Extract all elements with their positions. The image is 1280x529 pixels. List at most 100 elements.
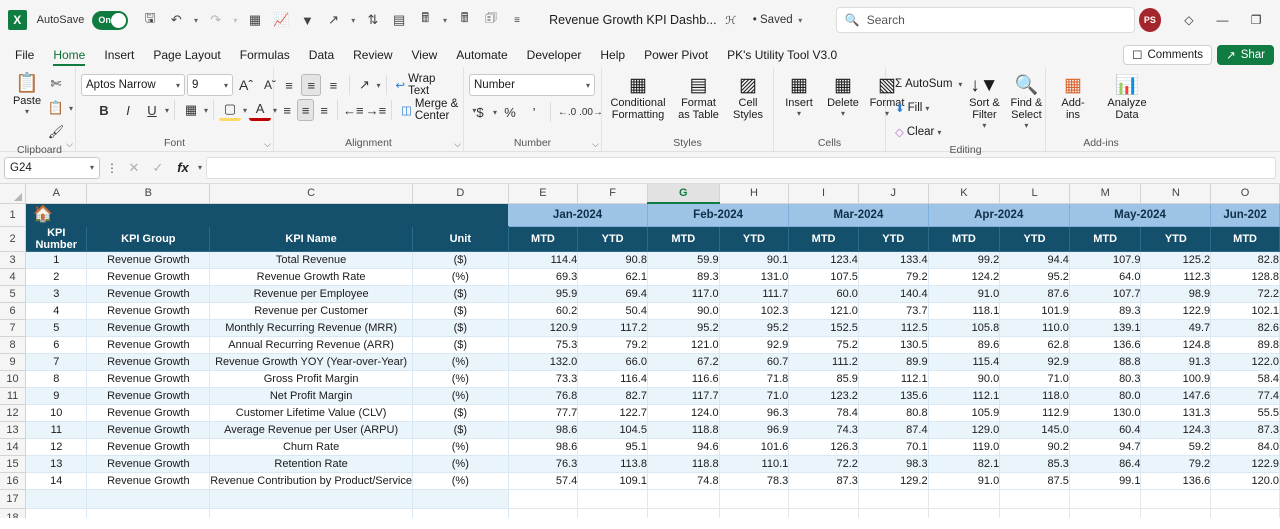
cell-unit[interactable]: ($) bbox=[412, 404, 509, 422]
share-dropdown-icon[interactable]: ▾ bbox=[348, 16, 359, 25]
table-row[interactable]: 3 1 Revenue Growth Total Revenue ($) 114.4 90.… bbox=[0, 251, 1280, 269]
redo-icon[interactable]: ↷ bbox=[204, 7, 228, 33]
cell-kpi-name[interactable]: Revenue per Customer bbox=[209, 302, 413, 320]
chart-icon[interactable]: 📈 bbox=[269, 7, 293, 33]
cell-kpi-group[interactable]: Revenue Growth bbox=[86, 370, 211, 388]
cell-value-G6[interactable]: 90.0 bbox=[647, 302, 720, 320]
cell-empty[interactable] bbox=[508, 489, 579, 509]
table-row[interactable]: 6 4 Revenue Growth Revenue per Customer ($) 6… bbox=[0, 302, 1280, 320]
table-row[interactable]: 9 7 Revenue Growth Revenue Growth YOY (Year… bbox=[0, 353, 1280, 371]
cell-kpi-name[interactable]: Total Revenue bbox=[209, 251, 413, 269]
delete-dropdown-icon[interactable]: ▾ bbox=[841, 109, 845, 118]
cell-empty[interactable] bbox=[1069, 508, 1142, 518]
cell-kpi-name[interactable]: Annual Recurring Revenue (ARR) bbox=[209, 336, 413, 354]
cell-value-I15[interactable]: 72.2 bbox=[788, 455, 859, 473]
cell-value-K12[interactable]: 105.9 bbox=[928, 404, 1001, 422]
cell-value-G11[interactable]: 117.7 bbox=[647, 387, 720, 405]
cell-kpi-number[interactable]: 5 bbox=[25, 319, 88, 337]
cell-empty[interactable] bbox=[508, 508, 579, 518]
cell-value-N14[interactable]: 59.2 bbox=[1140, 438, 1212, 456]
cell-kpi-number[interactable]: 13 bbox=[25, 455, 88, 473]
cell-value-K9[interactable]: 115.4 bbox=[928, 353, 1001, 371]
fill-button[interactable]: ⬇ Fill ▾ bbox=[891, 97, 962, 119]
cell-value-J16[interactable]: 129.2 bbox=[858, 472, 929, 490]
cell-kpi-number[interactable]: 2 bbox=[25, 268, 88, 286]
row-header-3[interactable]: 3 bbox=[0, 251, 27, 269]
cell-empty[interactable] bbox=[1140, 489, 1212, 509]
cell-value-O4[interactable]: 128.8 bbox=[1210, 268, 1280, 286]
cell-value-J12[interactable]: 80.8 bbox=[858, 404, 929, 422]
cell-kpi-group[interactable]: Revenue Growth bbox=[86, 319, 211, 337]
autosum-button[interactable]: Σ AutoSum bbox=[891, 73, 956, 95]
cell-value-M13[interactable]: 60.4 bbox=[1069, 421, 1142, 439]
cell-value-O16[interactable]: 120.0 bbox=[1210, 472, 1280, 490]
cell-value-E15[interactable]: 76.3 bbox=[508, 455, 579, 473]
cell-empty[interactable] bbox=[999, 508, 1070, 518]
cell-kpi-number[interactable]: 8 bbox=[25, 370, 88, 388]
cell-unit[interactable]: ($) bbox=[412, 251, 509, 269]
cell-value-N16[interactable]: 136.6 bbox=[1140, 472, 1212, 490]
cell-value-L8[interactable]: 62.8 bbox=[999, 336, 1070, 354]
cell-value-N5[interactable]: 98.9 bbox=[1140, 285, 1212, 303]
row-header-11[interactable]: 11 bbox=[0, 387, 27, 405]
cell-value-E3[interactable]: 114.4 bbox=[508, 251, 579, 269]
row-header-1[interactable]: 1 bbox=[0, 203, 27, 227]
column-header-K[interactable]: K bbox=[928, 184, 1001, 204]
cell-value-K13[interactable]: 129.0 bbox=[928, 421, 1001, 439]
cell-value-F6[interactable]: 50.4 bbox=[577, 302, 648, 320]
row-header-18[interactable]: 18 bbox=[0, 508, 27, 518]
cell-kpi-group[interactable]: Revenue Growth bbox=[86, 472, 211, 490]
cell-value-E8[interactable]: 75.3 bbox=[508, 336, 579, 354]
cell-empty[interactable] bbox=[25, 508, 88, 518]
cell-value-J6[interactable]: 73.7 bbox=[858, 302, 929, 320]
column-header-D[interactable]: D bbox=[412, 184, 509, 204]
cell-value-N15[interactable]: 79.2 bbox=[1140, 455, 1212, 473]
insert-dropdown-icon[interactable]: ▾ bbox=[797, 109, 801, 118]
cell-value-H16[interactable]: 78.3 bbox=[719, 472, 790, 490]
column-header-L[interactable]: L bbox=[999, 184, 1070, 204]
cell-kpi-number[interactable]: 3 bbox=[25, 285, 88, 303]
cell-value-H12[interactable]: 96.3 bbox=[719, 404, 790, 422]
sort-filter-button[interactable]: ↓▼ Sort & Filter ▾ bbox=[964, 73, 1004, 132]
cell-value-L4[interactable]: 95.2 bbox=[999, 268, 1070, 286]
cell-value-J14[interactable]: 70.1 bbox=[858, 438, 929, 456]
fill-color-icon[interactable]: ▢ bbox=[219, 99, 242, 121]
font-color-icon[interactable]: A bbox=[249, 99, 272, 121]
formula-input[interactable] bbox=[206, 156, 1276, 179]
cell-value-J13[interactable]: 87.4 bbox=[858, 421, 929, 439]
cell-value-M10[interactable]: 80.3 bbox=[1069, 370, 1142, 388]
cell-value-J7[interactable]: 112.5 bbox=[858, 319, 929, 337]
cell-kpi-group[interactable]: Revenue Growth bbox=[86, 251, 211, 269]
cell-value-G10[interactable]: 116.6 bbox=[647, 370, 720, 388]
grid-icon[interactable]: ▤ bbox=[387, 7, 411, 33]
cell-unit[interactable]: (%) bbox=[412, 353, 509, 371]
delete-cells-button[interactable]: ▦ Delete ▾ bbox=[823, 73, 863, 120]
cell-value-I4[interactable]: 107.5 bbox=[788, 268, 859, 286]
number-dialog-launcher[interactable]: ⌵ bbox=[592, 139, 599, 150]
cell-value-F12[interactable]: 122.7 bbox=[577, 404, 648, 422]
cell-value-N4[interactable]: 112.3 bbox=[1140, 268, 1212, 286]
cell-empty[interactable] bbox=[1210, 489, 1280, 509]
cell-unit[interactable]: (%) bbox=[412, 438, 509, 456]
cell-value-L14[interactable]: 90.2 bbox=[999, 438, 1070, 456]
table-row[interactable]: 16 14 Revenue Growth Revenue Contribution b… bbox=[0, 472, 1280, 490]
cell-kpi-name[interactable]: Revenue Growth Rate bbox=[209, 268, 413, 286]
cell-unit[interactable]: (%) bbox=[412, 387, 509, 405]
cell-value-M9[interactable]: 88.8 bbox=[1069, 353, 1142, 371]
cell-kpi-name[interactable]: Revenue Growth YOY (Year-over-Year) bbox=[209, 353, 413, 371]
cell-empty[interactable] bbox=[412, 508, 509, 518]
cell-value-O6[interactable]: 102.1 bbox=[1210, 302, 1280, 320]
tab-home[interactable]: Home bbox=[44, 45, 94, 67]
document-title[interactable]: Revenue Growth KPI Dashb... bbox=[549, 13, 716, 27]
column-header-M[interactable]: M bbox=[1069, 184, 1142, 204]
cell-empty[interactable] bbox=[25, 489, 88, 509]
cell-unit[interactable]: ($) bbox=[412, 319, 509, 337]
column-header-G[interactable]: G bbox=[647, 184, 720, 204]
grow-font-icon[interactable]: Aˆ bbox=[235, 74, 257, 96]
table-row[interactable]: 11 9 Revenue Growth Net Profit Margin (%) 76.… bbox=[0, 387, 1280, 405]
cell-kpi-group[interactable]: Revenue Growth bbox=[86, 387, 211, 405]
dashboard-title-cell[interactable]: 🏠 bbox=[25, 203, 509, 227]
row-header-5[interactable]: 5 bbox=[0, 285, 27, 303]
cell-value-G14[interactable]: 94.6 bbox=[647, 438, 720, 456]
cell-value-N13[interactable]: 124.3 bbox=[1140, 421, 1212, 439]
